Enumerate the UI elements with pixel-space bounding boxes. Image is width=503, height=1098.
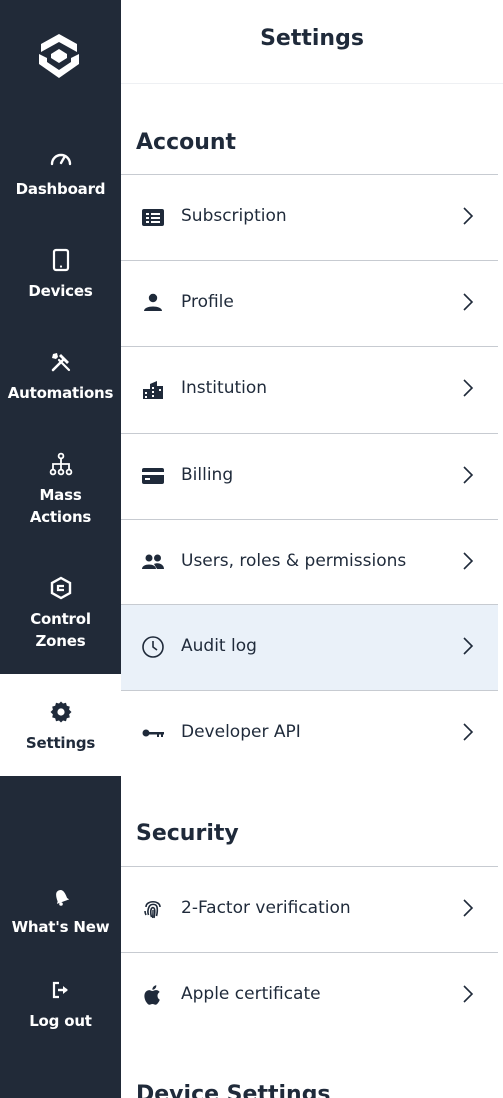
sidebar-item-label: Log out [29,1012,92,1030]
chevron-right-icon [463,637,474,655]
clock-icon [142,636,164,658]
fingerprint-icon [144,900,161,919]
gear-icon [50,701,71,723]
section-title-security: Security [136,821,239,846]
hierarchy-icon [49,452,72,476]
list-card-icon [142,209,164,226]
chevron-right-icon [463,552,474,570]
sidebar-item-label: Control Zones [30,610,91,650]
sidebar-item-label: Automations [7,384,114,402]
settings-item-label: Subscription [181,206,287,226]
sidebar-item-settings[interactable]: Settings [0,674,121,776]
settings-item-subscription[interactable]: Subscription [121,174,498,260]
logout-icon [52,981,68,999]
chevron-right-icon [463,207,474,225]
settings-item-label: Profile [181,292,234,312]
sidebar-item-devices[interactable]: Devices [0,248,121,302]
bell-icon [55,890,69,906]
sidebar-item-whats-new[interactable]: What's New [0,884,121,938]
apple-icon [144,985,160,1005]
chevron-right-icon [463,293,474,311]
page-header: Settings [121,0,503,84]
sidebar-item-dashboard[interactable]: Dashboard [0,146,121,200]
key-icon [142,729,164,737]
settings-item-audit-log[interactable]: Audit log [121,604,498,690]
sidebar-item-label: What's New [11,918,110,936]
settings-item-2fa[interactable]: 2-Factor verification [121,866,498,952]
building-icon [143,381,163,399]
sidebar-item-label: Mass Actions [29,486,92,526]
chevron-right-icon [463,379,474,397]
settings-item-label: Apple certificate [181,984,321,1004]
page-title: Settings [260,26,364,51]
brand-logo-icon[interactable] [31,30,87,86]
settings-item-billing[interactable]: Billing [121,433,498,519]
sidebar-item-mass-actions[interactable]: Mass Actions [0,452,121,528]
settings-item-profile[interactable]: Profile [121,260,498,346]
person-icon [144,293,162,311]
settings-item-users-roles-permissions[interactable]: Users, roles & permissions [121,519,498,605]
sidebar-item-label: Settings [25,734,96,752]
settings-item-label: Billing [181,465,234,485]
chevron-right-icon [463,723,474,741]
section-title-device-settings: Device Settings [136,1082,331,1098]
gauge-icon [50,153,71,166]
chevron-right-icon [463,466,474,484]
section-title-account: Account [136,130,237,155]
chevron-right-icon [463,985,474,1003]
settings-item-institution[interactable]: Institution [121,346,498,432]
sidebar: Dashboard Devices Automations Mass Actio… [0,0,121,1098]
settings-item-label: Developer API [181,722,301,742]
sidebar-item-automations[interactable]: Automations [0,350,121,404]
settings-item-label: Institution [181,378,268,398]
credit-card-icon [142,468,164,484]
sidebar-item-logout[interactable]: Log out [0,978,121,1032]
sidebar-item-label: Devices [28,282,93,300]
tools-icon [51,353,70,372]
settings-item-apple-certificate[interactable]: Apple certificate [121,952,498,1038]
settings-panel: Settings Account Subscription Profile In… [121,0,503,1098]
settings-item-developer-api[interactable]: Developer API [121,690,498,776]
sidebar-item-label: Dashboard [15,180,106,198]
settings-item-label: 2-Factor verification [181,898,351,918]
settings-item-label: Users, roles & permissions [181,551,407,571]
tablet-icon [52,248,69,272]
settings-item-label: Audit log [181,636,257,656]
zone-icon [50,576,71,600]
sidebar-item-control-zones[interactable]: Control Zones [0,576,121,652]
chevron-right-icon [463,899,474,917]
users-icon [142,554,164,569]
